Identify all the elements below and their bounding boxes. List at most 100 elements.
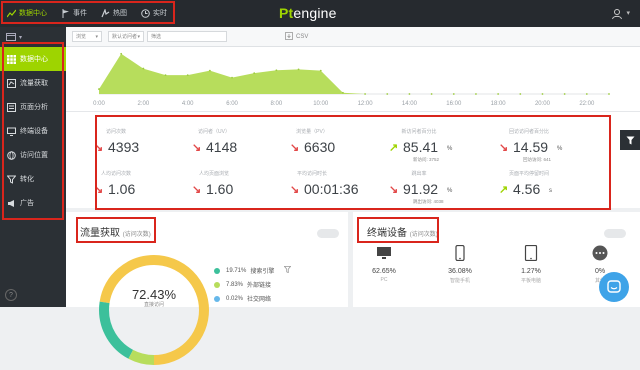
- metric-label: 新访问者百分比: [401, 129, 437, 135]
- chart-point[interactable]: [364, 93, 366, 95]
- sidebar-item-location[interactable]: 访问位置: [0, 143, 66, 167]
- chart-point[interactable]: [430, 93, 433, 95]
- filter-toggle-button[interactable]: [620, 130, 640, 150]
- filter-select-value: 筛选: [151, 34, 162, 40]
- device-label: 智能手机: [449, 278, 470, 284]
- metric-value: 4.56: [513, 181, 541, 197]
- metric-card[interactable]: 平均访问时长 ↘ 00:01:36: [262, 166, 362, 210]
- sidebar-item-conversion[interactable]: 转化: [0, 167, 66, 191]
- download-icon: [285, 31, 293, 42]
- metric-value: 00:01:36: [304, 181, 359, 197]
- chart-point[interactable]: [231, 76, 233, 79]
- segment-select-value: 默认访问者: [112, 34, 138, 40]
- metric-value: 6630: [304, 139, 336, 155]
- x-tick-label: 14:00: [402, 101, 418, 107]
- metric-card[interactable]: 回访访问者百分比 ↘ 14.59% 回访访问: 641: [479, 124, 579, 168]
- arrow-down-icon: ↘: [192, 142, 202, 154]
- chart-point[interactable]: [452, 93, 455, 95]
- chart-point[interactable]: [408, 93, 411, 95]
- chart-point[interactable]: [186, 74, 189, 77]
- device-phone[interactable]: 36.08% 智能手机: [430, 244, 490, 305]
- sidebar-item-ads[interactable]: 广告: [0, 191, 66, 215]
- chart-point[interactable]: [275, 69, 278, 72]
- traffic-panel-toggle[interactable]: [317, 229, 339, 238]
- monitor-icon: [376, 245, 392, 261]
- chart-point[interactable]: [608, 93, 610, 95]
- chart-point[interactable]: [342, 91, 344, 94]
- sidebar-item-devices[interactable]: 终端设备: [0, 119, 66, 143]
- metric-value: 1.60: [206, 181, 234, 197]
- metric-card[interactable]: 访问者（UV） ↘ 4148: [164, 124, 264, 168]
- chat-icon: [607, 280, 621, 293]
- chart-point[interactable]: [120, 52, 123, 55]
- chart-point[interactable]: [497, 93, 500, 95]
- arrow-down-icon: ↘: [94, 184, 104, 196]
- metric-value: 1.06: [108, 181, 136, 197]
- chevron-down-icon[interactable]: ▾: [626, 9, 630, 17]
- export-csv-button[interactable]: CSV: [285, 31, 308, 42]
- chart-point[interactable]: [475, 93, 477, 95]
- funnel-icon: [7, 175, 16, 184]
- chart-point[interactable]: [297, 68, 300, 71]
- view-select[interactable]: 浏览 ▾: [72, 31, 102, 42]
- filter-select[interactable]: 筛选: [147, 31, 227, 42]
- chart-point[interactable]: [208, 69, 211, 72]
- chart-point[interactable]: [563, 93, 566, 95]
- arrow-down-icon: ↘: [94, 142, 104, 154]
- metric-value: 4393: [108, 139, 140, 155]
- device-label: 平板电脑: [520, 278, 541, 284]
- funnel-icon[interactable]: [283, 266, 292, 275]
- chart-point[interactable]: [98, 88, 100, 90]
- segment-select[interactable]: 默认访问者 ▾: [108, 31, 144, 42]
- chart-point[interactable]: [142, 67, 145, 70]
- chart-point[interactable]: [585, 93, 588, 95]
- legend-item[interactable]: 19.71% 搜索引擎: [214, 266, 292, 275]
- device-pct: 62.65%: [372, 268, 396, 275]
- sidebar-item-data-center[interactable]: 数据中心: [0, 47, 66, 71]
- arrow-down-icon: ↘: [389, 184, 399, 196]
- metric-unit: %: [447, 146, 453, 152]
- metric-card[interactable]: 人均页面浏览 ↘ 1.60: [164, 166, 264, 210]
- device-pc[interactable]: 62.65% PC: [354, 245, 414, 305]
- metric-sub: 跳出访问: 4038: [413, 199, 444, 204]
- device-panel-toggle[interactable]: [604, 229, 626, 238]
- chat-button[interactable]: [599, 272, 629, 302]
- chart-point[interactable]: [164, 74, 167, 77]
- tablet-icon: [523, 244, 539, 262]
- calendar-selector[interactable]: ▾: [0, 27, 66, 47]
- legend-item[interactable]: 0.02% 社交网络: [214, 294, 271, 303]
- metric-card[interactable]: 跳出率 ↘ 91.92% 跳出访问: 4038: [369, 166, 469, 210]
- chart-point[interactable]: [319, 69, 322, 72]
- x-tick-label: 4:00: [182, 101, 194, 107]
- metric-label: 平均访问时长: [296, 171, 327, 177]
- trend-chart-svg: 0:00 2:00 4:00 6:00 8:00 10:00 12:00 14:00 16:00…: [93, 52, 610, 107]
- chart-point[interactable]: [541, 93, 544, 95]
- metric-card[interactable]: 页面平均停留时间 ↗ 4.56 s: [479, 166, 579, 210]
- top-nav-events[interactable]: 事件: [54, 1, 94, 25]
- device-tablet[interactable]: 1.27% 平板电脑: [501, 244, 561, 305]
- x-tick-label: 8:00: [271, 101, 283, 107]
- top-nav-label: 实时: [153, 10, 167, 17]
- arrow-down-icon: ↘: [192, 184, 202, 196]
- legend-item[interactable]: 7.83% 外部链接: [214, 280, 271, 289]
- x-tick-label: 22:00: [579, 101, 595, 107]
- chart-point[interactable]: [386, 93, 389, 95]
- sidebar-item-pages[interactable]: 页面分析: [0, 95, 66, 119]
- metric-card[interactable]: 浏览量（PV） ↘ 6630: [262, 124, 362, 168]
- metric-value: 4148: [206, 139, 238, 155]
- sidebar-item-traffic[interactable]: 流量获取: [0, 71, 66, 95]
- top-nav-data-center[interactable]: 数据中心: [0, 1, 54, 25]
- help-icon[interactable]: ?: [5, 289, 17, 301]
- logo: Ptengine: [279, 5, 337, 21]
- metric-card[interactable]: 新访问者百分比 ↗ 85.41% 新访问: 3752: [369, 124, 469, 168]
- metric-value: 85.41: [403, 139, 439, 155]
- metric-label: 人均访问次数: [100, 171, 131, 177]
- top-nav-realtime[interactable]: 实时: [134, 1, 174, 25]
- metric-card[interactable]: 访问次数 ↘ 4393: [66, 124, 166, 168]
- chart-point[interactable]: [519, 93, 522, 95]
- chart-point[interactable]: [253, 72, 256, 74]
- top-nav-heatmap[interactable]: 热图: [94, 1, 134, 25]
- user-icon[interactable]: [611, 7, 623, 20]
- metric-label: 访问者（UV）: [198, 129, 230, 135]
- metric-card[interactable]: 人均访问次数 ↘ 1.06: [66, 166, 166, 210]
